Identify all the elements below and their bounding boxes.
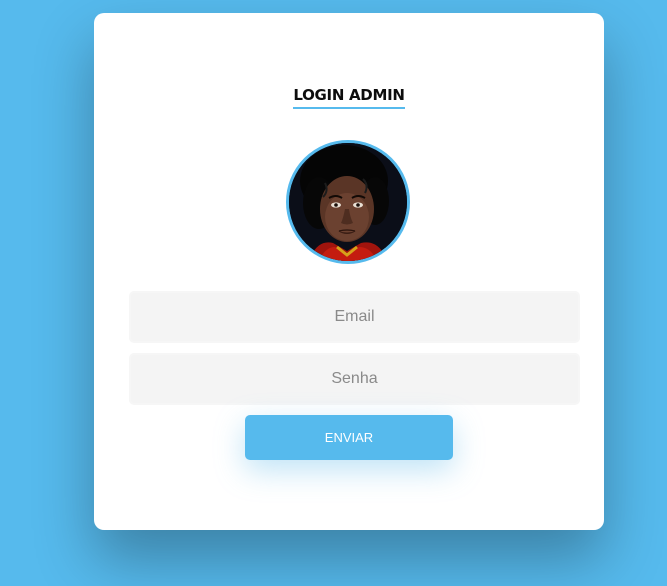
submit-button[interactable]: ENVIAR — [245, 415, 453, 460]
email-input[interactable] — [129, 291, 580, 343]
title-wrapper: LOGIN ADMIN — [94, 86, 604, 109]
avatar-image — [289, 143, 407, 261]
login-title: LOGIN ADMIN — [293, 86, 405, 109]
login-card: LOGIN ADMIN Email ENVIAR — [94, 13, 604, 530]
password-input[interactable] — [129, 353, 580, 405]
avatar — [286, 140, 410, 264]
